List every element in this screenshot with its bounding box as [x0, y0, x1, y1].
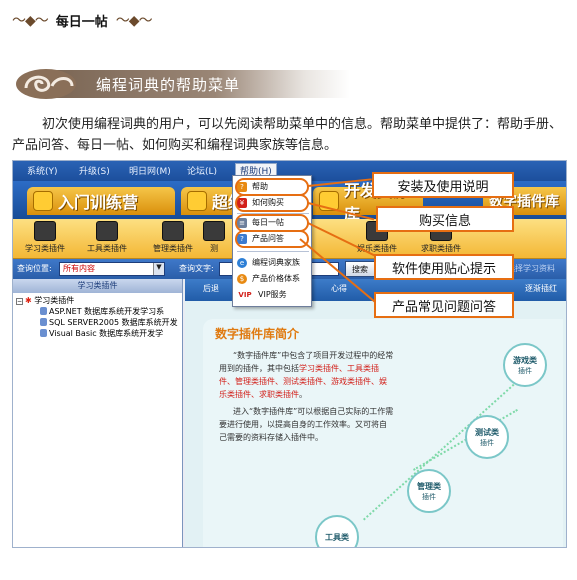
section-banner: 编程词典的帮助菜单	[10, 66, 566, 100]
node-utility[interactable]: 工具类	[315, 515, 359, 547]
tool-study[interactable]: 学习类插件	[17, 221, 73, 254]
node-test[interactable]: 测试类 插件	[465, 415, 509, 459]
intro-title: 数字插件库简介	[215, 327, 300, 341]
menu-item-family[interactable]: e 编程词典家族	[237, 256, 300, 270]
database-icon	[40, 307, 47, 315]
tool-utility[interactable]: 工具类插件	[79, 221, 135, 254]
database-icon	[40, 318, 47, 326]
menu-forum[interactable]: 论坛(L)	[187, 164, 217, 177]
tip-title: 每日一帖	[55, 14, 108, 30]
star-icon: ✱	[25, 296, 32, 305]
home-icon	[33, 191, 53, 211]
callout-purchase-info: 购买信息	[376, 206, 514, 232]
intro-paragraph: 初次使用编程词典的用户，可以先阅读帮助菜单中的信息。帮助菜单中提供了：帮助手册、…	[12, 117, 563, 153]
back-button[interactable]: 后退	[203, 283, 219, 294]
menu-system[interactable]: 系统(Y)	[27, 164, 58, 177]
tab-beginner[interactable]: 入门训练营	[27, 187, 175, 215]
search-button[interactable]: 搜索	[345, 261, 375, 277]
tree-item[interactable]: SQL SERVER2005 数据库系统开发	[16, 317, 179, 328]
callout-usage-tips: 软件使用贴心提示	[374, 254, 514, 280]
menu-separator	[237, 251, 309, 252]
menu-upgrade[interactable]: 升级(S)	[79, 164, 110, 177]
vip-icon: VIP	[237, 290, 253, 300]
notes-button[interactable]: 心得	[331, 283, 347, 294]
menu-item-pricing[interactable]: $ 产品价格体系	[237, 272, 300, 286]
node-game[interactable]: 游戏类 插件	[503, 343, 547, 387]
price-icon: $	[237, 274, 247, 284]
book-icon	[187, 191, 207, 211]
study-icon	[34, 221, 56, 241]
search-location-label: 查询位置:	[17, 264, 52, 273]
callout-faq: 产品常见问题问答	[374, 292, 514, 318]
highlight-ring	[235, 194, 309, 212]
collapse-icon[interactable]: −	[16, 298, 23, 305]
node-manage[interactable]: 管理类 插件	[407, 469, 451, 513]
wrench-icon	[96, 221, 118, 241]
highlight-ring	[235, 230, 309, 248]
intro-card: 数字插件库简介 “数字插件库”中包含了项目开发过程中的经常用到的插件，其中包括学…	[203, 319, 563, 547]
intro-body: “数字插件库”中包含了项目开发过程中的经常用到的插件，其中包括学习类插件、工具类…	[219, 351, 394, 442]
search-text-label: 查询文字:	[179, 264, 214, 273]
database-icon	[40, 329, 47, 337]
search-location-select[interactable]: 所有内容 ▼	[59, 262, 165, 276]
menu-item-vip[interactable]: VIP VIP服务	[237, 288, 287, 302]
left-ornament: 〜◆〜	[12, 13, 49, 29]
intro-body-p2: 进入“数字插件库”可以根据自己实际的工作需要进行使用，以提高自身的工作效率。又可…	[219, 407, 394, 442]
tool-manage[interactable]: 管理类插件	[145, 221, 201, 254]
tool-test[interactable]: 测	[199, 221, 229, 254]
test-icon	[203, 221, 225, 241]
tree-item[interactable]: ASP.NET 数据库系统开发学习系	[16, 306, 179, 317]
right-ornament: 〜◆〜	[115, 13, 153, 29]
callout-install-guide: 安装及使用说明	[372, 172, 514, 198]
globe-icon: e	[237, 258, 247, 268]
menu-mingri[interactable]: 明日网(M)	[129, 164, 171, 177]
cloud-swirl-icon	[16, 69, 76, 99]
left-panel-title: 学习类插件	[13, 279, 182, 293]
tree-root[interactable]: − ✱ 学习类插件	[16, 295, 179, 306]
banner-title: 编程词典的帮助菜单	[96, 76, 241, 94]
right-panel: 后退 心得 逐渐插红 数字插件库简介 “数字插件库”中包含了项目开发过程中的经常…	[185, 279, 566, 547]
left-panel: 学习类插件 − ✱ 学习类插件 ASP.NET 数据库系统开发学习系 SQL SE…	[13, 279, 183, 547]
chevron-down-icon[interactable]: ▼	[153, 263, 164, 275]
share-button[interactable]: 逐渐插红	[525, 283, 557, 294]
plugin-tree: − ✱ 学习类插件 ASP.NET 数据库系统开发学习系 SQL SERVER20…	[13, 293, 182, 341]
manage-icon	[162, 221, 184, 241]
tip-header: 〜◆〜 每日一帖 〜◆〜	[12, 8, 153, 32]
tree-item[interactable]: Visual Basic 数据库系统开发学	[16, 328, 179, 339]
